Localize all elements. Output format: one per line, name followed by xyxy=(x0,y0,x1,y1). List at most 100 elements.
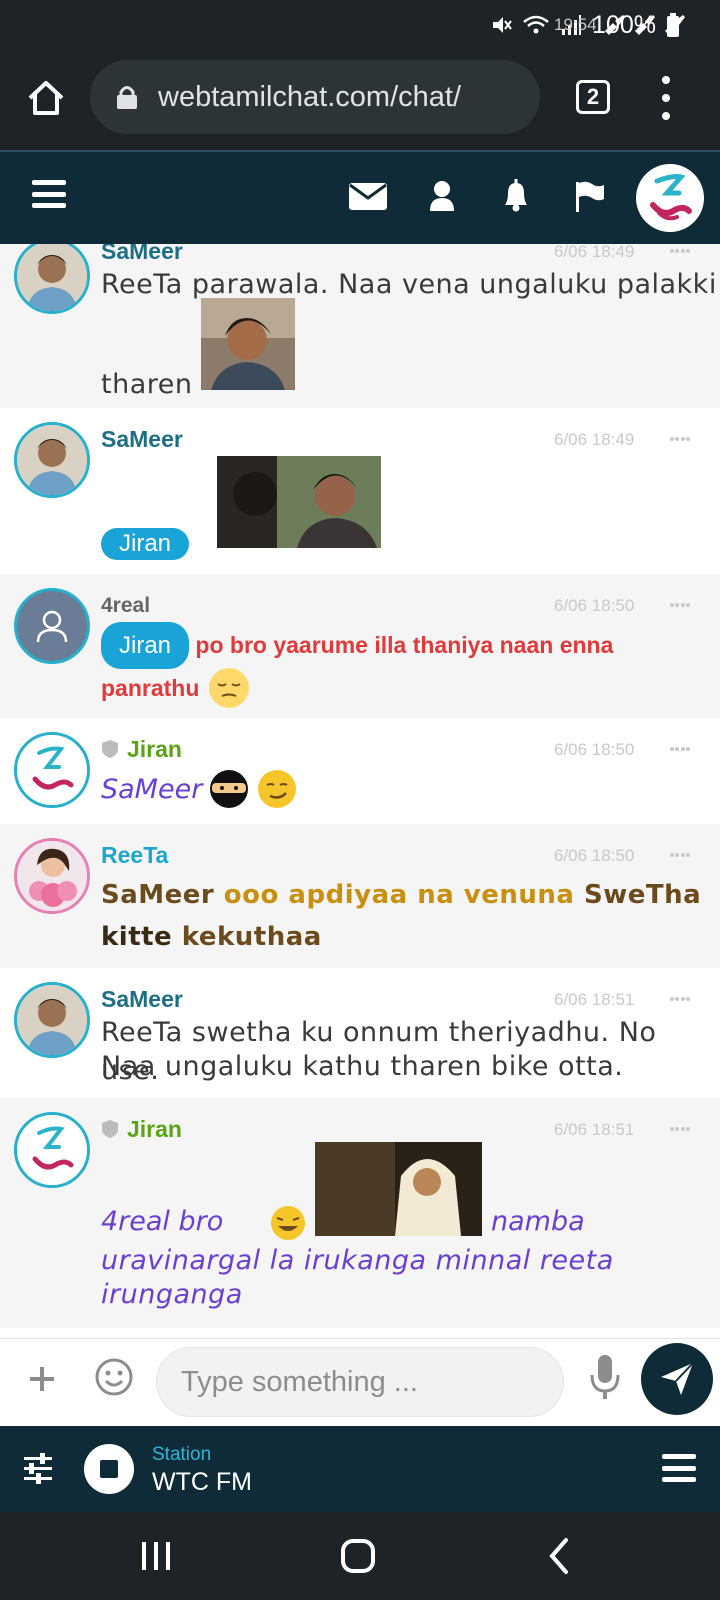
message-image[interactable] xyxy=(217,456,381,548)
message-time: 6/06 18:50 xyxy=(554,740,635,759)
avatar[interactable] xyxy=(14,982,90,1058)
message-username[interactable]: SaMeer xyxy=(101,426,183,453)
message-time: 6/06 18:49 xyxy=(554,244,635,261)
mail-icon[interactable] xyxy=(346,174,390,218)
message-text: Naa ungaluku kathu tharen bike otta. xyxy=(101,1051,624,1082)
status-bar: 19:54 100% xyxy=(0,0,720,50)
broom-icon xyxy=(664,15,685,35)
sliders-icon[interactable] xyxy=(22,1452,54,1484)
message-more-button[interactable] xyxy=(670,747,690,753)
message-image[interactable] xyxy=(201,298,295,390)
avatar[interactable] xyxy=(14,422,90,498)
tab-switcher-button[interactable]: 2 xyxy=(576,80,610,114)
status-time-group: 19:54 xyxy=(554,15,687,35)
avatar[interactable] xyxy=(14,244,90,314)
station-label: Station xyxy=(152,1444,212,1465)
message-time: 6/06 18:51 xyxy=(554,1120,635,1139)
laughing-emoji-icon xyxy=(271,1206,305,1240)
message-input[interactable]: Type something ... xyxy=(156,1347,564,1417)
back-icon[interactable] xyxy=(540,1536,580,1576)
radio-player: Station WTC FM xyxy=(0,1426,720,1512)
broom-icon xyxy=(634,15,655,35)
message-username[interactable]: Jiran xyxy=(127,736,182,762)
browser-toolbar: webtamilchat.com/chat/ 2 xyxy=(0,50,720,150)
message-time: 6/06 18:50 xyxy=(554,846,635,865)
avatar[interactable] xyxy=(14,838,90,914)
message-text: po bro yaarume illa thaniya naan enna xyxy=(195,632,614,658)
message-username[interactable]: ReeTa xyxy=(101,842,168,869)
send-icon xyxy=(661,1362,694,1395)
message-row[interactable]: SaMeer 6/06 18:49 ReeTa parawala. Naa ve… xyxy=(0,244,720,408)
message-text: SaMeer xyxy=(101,773,203,805)
message-username[interactable]: SaMeer xyxy=(101,986,183,1013)
logo-icon xyxy=(650,174,692,221)
broom-icon xyxy=(604,15,625,35)
plus-icon[interactable] xyxy=(28,1365,56,1393)
message-text: SweTha xyxy=(584,880,702,910)
message-time: 6/06 18:50 xyxy=(554,596,635,615)
smile-icon[interactable] xyxy=(94,1357,134,1397)
screen: 19:54 100% webtamilchat.com/chat/ 2 SaMe… xyxy=(0,0,720,1600)
browser-menu-button[interactable] xyxy=(656,76,676,120)
message-row[interactable]: ReeTa 6/06 18:50 SaMeer ooo apdiyaa na v… xyxy=(0,824,720,968)
send-button[interactable] xyxy=(641,1343,713,1415)
message-username[interactable]: SaMeer xyxy=(101,244,183,265)
message-text: irunganga xyxy=(101,1279,243,1310)
stop-button[interactable] xyxy=(84,1444,134,1494)
message-text: 4real bro xyxy=(101,1206,224,1237)
message-text: SaMeer xyxy=(101,880,224,910)
bell-icon[interactable] xyxy=(494,174,538,218)
message-more-button[interactable] xyxy=(670,603,690,609)
message-time: 6/06 18:49 xyxy=(554,430,635,449)
flag-icon[interactable] xyxy=(568,174,612,218)
message-more-button[interactable] xyxy=(670,1127,690,1133)
message-username[interactable]: Jiran xyxy=(127,1116,182,1142)
message-row[interactable]: Jiran 6/06 18:50 SaMeer xyxy=(0,718,720,824)
message-more-button[interactable] xyxy=(670,249,690,255)
home-nav-icon[interactable] xyxy=(338,1536,378,1576)
user-icon[interactable] xyxy=(420,174,464,218)
mute-icon xyxy=(493,17,512,33)
chat-messages[interactable]: SaMeer 6/06 18:49 ReeTa parawala. Naa ve… xyxy=(0,244,720,1338)
mention-chip[interactable]: Jiran xyxy=(101,622,190,669)
menu-icon[interactable] xyxy=(32,180,66,208)
site-logo[interactable] xyxy=(636,164,704,232)
url-bar[interactable]: webtamilchat.com/chat/ xyxy=(90,60,540,134)
stop-icon xyxy=(100,1460,118,1478)
playlist-menu-icon[interactable] xyxy=(662,1454,696,1482)
message-text: ooo apdiyaa na venuna xyxy=(223,880,585,910)
message-text: tharen xyxy=(101,369,193,400)
message-row[interactable]: SaMeer 6/06 18:49 Jiran xyxy=(0,408,720,574)
message-text: ReeTa parawala. Naa vena ungaluku palakk… xyxy=(101,269,717,300)
message-row[interactable]: 4real 6/06 18:50 Jiran po bro yaarume il… xyxy=(0,574,720,718)
message-time: 6/06 18:51 xyxy=(554,990,635,1009)
mention-chip[interactable]: Jiran xyxy=(101,528,190,560)
message-composer: Type something ... xyxy=(0,1338,720,1426)
wifi-icon xyxy=(523,15,549,34)
pensive-emoji-icon xyxy=(209,668,250,708)
shield-icon xyxy=(102,740,118,758)
message-more-button[interactable] xyxy=(670,853,690,859)
android-nav-bar xyxy=(0,1512,720,1600)
message-text: namba xyxy=(491,1206,585,1237)
url-text: webtamilchat.com/chat/ xyxy=(158,80,462,113)
message-row[interactable]: Jiran 6/06 18:51 4real bro namba uravina… xyxy=(0,1098,720,1328)
default-user-icon xyxy=(36,610,68,643)
message-text: kekuthaa xyxy=(181,922,322,952)
ninja-emoji-icon xyxy=(210,770,249,808)
mic-icon[interactable] xyxy=(588,1353,622,1401)
home-icon[interactable] xyxy=(26,78,66,118)
message-username[interactable]: 4real xyxy=(101,594,150,618)
recents-icon[interactable] xyxy=(136,1536,176,1576)
message-more-button[interactable] xyxy=(670,997,690,1003)
message-row[interactable]: SaMeer 6/06 18:51 ReeTa swetha ku onnum … xyxy=(0,968,720,1098)
station-name: WTC FM xyxy=(152,1468,252,1496)
avatar[interactable] xyxy=(14,732,90,808)
lock-icon xyxy=(117,86,137,109)
message-more-button[interactable] xyxy=(670,437,690,443)
avatar[interactable] xyxy=(14,1112,90,1188)
avatar[interactable] xyxy=(14,588,90,664)
app-header xyxy=(0,150,720,244)
message-text: kitte xyxy=(101,922,182,952)
message-text: uravinargal la irukanga minnal reeta xyxy=(101,1245,614,1276)
